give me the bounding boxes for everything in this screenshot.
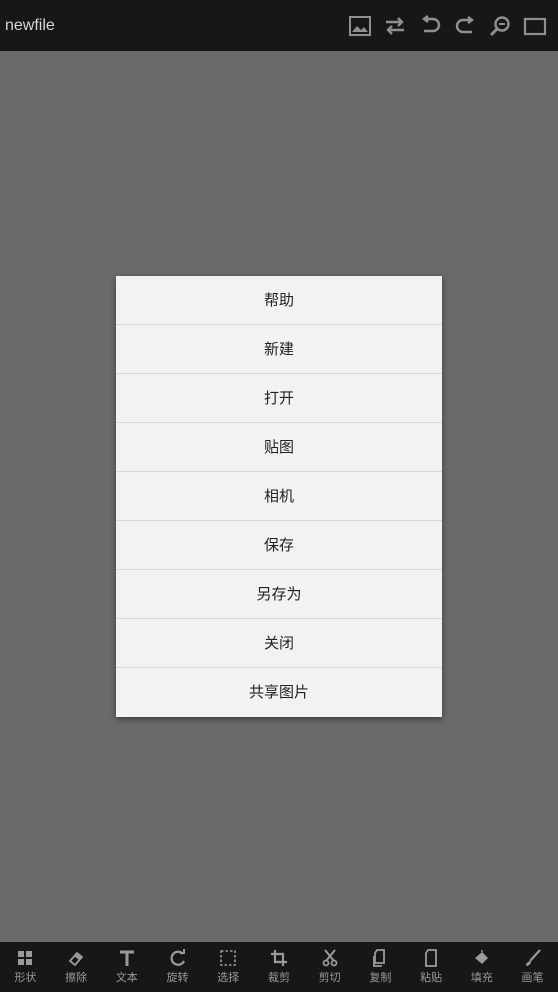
tool-select[interactable]: 选择: [203, 949, 253, 985]
fullscreen-icon: [523, 17, 546, 35]
top-app-bar: newfile: [0, 0, 558, 51]
copy-icon: [373, 949, 386, 967]
undo-button[interactable]: [412, 8, 447, 43]
top-actions: [342, 0, 552, 51]
bottom-toolbar: 形状 擦除 文本 旋转 选择 裁剪 剪切 复制 粘贴 填充 画笔: [0, 942, 558, 992]
tool-fill-label: 填充: [470, 971, 493, 984]
paste-icon: [425, 949, 438, 967]
tool-select-label: 选择: [217, 971, 240, 984]
menu-item-new[interactable]: 新建: [116, 325, 442, 374]
tool-shapes[interactable]: 形状: [0, 949, 50, 985]
insert-image-button[interactable]: [342, 8, 377, 43]
tool-brush-label: 画笔: [521, 971, 544, 984]
tool-copy-label: 复制: [369, 971, 392, 984]
menu-item-share-image[interactable]: 共享图片: [116, 668, 442, 717]
menu-item-save-as[interactable]: 另存为: [116, 570, 442, 619]
tool-crop-label: 裁剪: [267, 971, 290, 984]
tool-brush[interactable]: 画笔: [508, 949, 558, 985]
tool-copy[interactable]: 复制: [355, 949, 405, 985]
menu-item-open[interactable]: 打开: [116, 374, 442, 423]
tool-crop[interactable]: 裁剪: [254, 949, 304, 985]
swap-icon: [385, 16, 404, 35]
cut-icon: [322, 949, 338, 967]
tool-fill[interactable]: 填充: [457, 949, 507, 985]
select-icon: [220, 950, 237, 966]
tool-paste-label: 粘贴: [420, 971, 443, 984]
tool-cut-label: 剪切: [318, 971, 341, 984]
image-icon: [348, 15, 371, 36]
undo-icon: [421, 14, 440, 32]
swap-button[interactable]: [377, 8, 412, 43]
menu-item-close[interactable]: 关闭: [116, 619, 442, 668]
tool-cut[interactable]: 剪切: [305, 949, 355, 985]
zoom-icon: [489, 15, 510, 36]
menu-item-help[interactable]: 帮助: [116, 276, 442, 325]
menu-item-save[interactable]: 保存: [116, 521, 442, 570]
eraser-icon: [68, 951, 84, 967]
rotate-icon: [170, 949, 185, 966]
brush-icon: [525, 949, 541, 966]
text-icon: [119, 950, 134, 966]
shapes-icon: [18, 951, 33, 965]
tool-rotate-label: 旋转: [166, 971, 189, 984]
fullscreen-button[interactable]: [517, 8, 552, 43]
crop-icon: [270, 950, 287, 966]
zoom-button[interactable]: [482, 8, 517, 43]
file-title: newfile: [5, 16, 55, 34]
menu-item-camera[interactable]: 相机: [116, 472, 442, 521]
tool-paste[interactable]: 粘贴: [406, 949, 456, 985]
options-menu: 帮助 新建 打开 贴图 相机 保存 另存为 关闭 共享图片: [116, 276, 442, 717]
redo-button[interactable]: [447, 8, 482, 43]
tool-erase[interactable]: 擦除: [51, 949, 101, 985]
tool-shapes-label: 形状: [14, 971, 37, 984]
tool-text[interactable]: 文本: [102, 949, 152, 985]
tool-erase-label: 擦除: [65, 971, 88, 984]
menu-item-paste-image[interactable]: 贴图: [116, 423, 442, 472]
fill-icon: [474, 950, 488, 964]
tool-rotate[interactable]: 旋转: [153, 949, 203, 985]
tool-text-label: 文本: [115, 971, 138, 984]
redo-icon: [455, 15, 474, 33]
